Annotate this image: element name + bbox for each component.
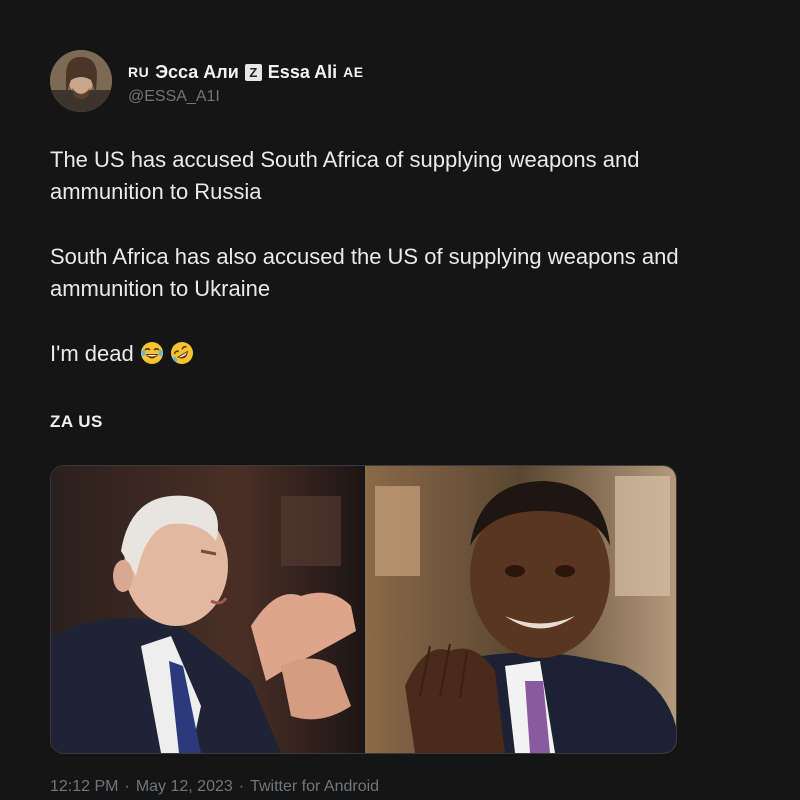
tweet-date[interactable]: May 12, 2023 — [136, 778, 233, 795]
tag-line: ZA US — [50, 412, 103, 431]
author-name[interactable]: RU Эсса Али Z Essa Ali AE — [128, 60, 364, 84]
display-name-ru: Эсса Али — [155, 61, 239, 82]
tweet-client[interactable]: Twitter for Android — [250, 778, 379, 795]
separator-2: · — [238, 778, 245, 795]
rolling-on-floor-laughing-emoji-icon — [170, 342, 193, 364]
tweet-text: The US has accused South Africa of suppl… — [50, 144, 690, 370]
tweet-paragraph-last: I'm dead — [50, 338, 690, 370]
author-handle[interactable]: @ESSA_A1I — [128, 88, 220, 106]
display-name-en: Essa Ali — [267, 61, 338, 82]
tears-of-joy-emoji-icon — [140, 342, 163, 364]
flag-code: RU — [128, 64, 150, 80]
man-clapping-photo[interactable] — [365, 466, 676, 753]
media-grid[interactable] — [50, 465, 677, 754]
separator: · — [124, 778, 130, 795]
tweet-time[interactable]: 12:12 PM — [50, 778, 118, 795]
man-gesturing-photo[interactable] — [51, 466, 365, 753]
tweet-meta: 12:12 PM · May 12, 2023 · Twitter for Androi… — [50, 778, 379, 796]
tweet-paragraph-text: I'm dead — [50, 341, 134, 366]
tweet-paragraph: The US has accused South Africa of suppl… — [50, 147, 640, 204]
tweet-paragraph: South Africa has also accused the US of … — [50, 244, 679, 301]
user-avatar-icon[interactable] — [50, 50, 112, 112]
flag-code-2: AE — [343, 64, 364, 80]
z-badge-icon: Z — [244, 63, 262, 81]
